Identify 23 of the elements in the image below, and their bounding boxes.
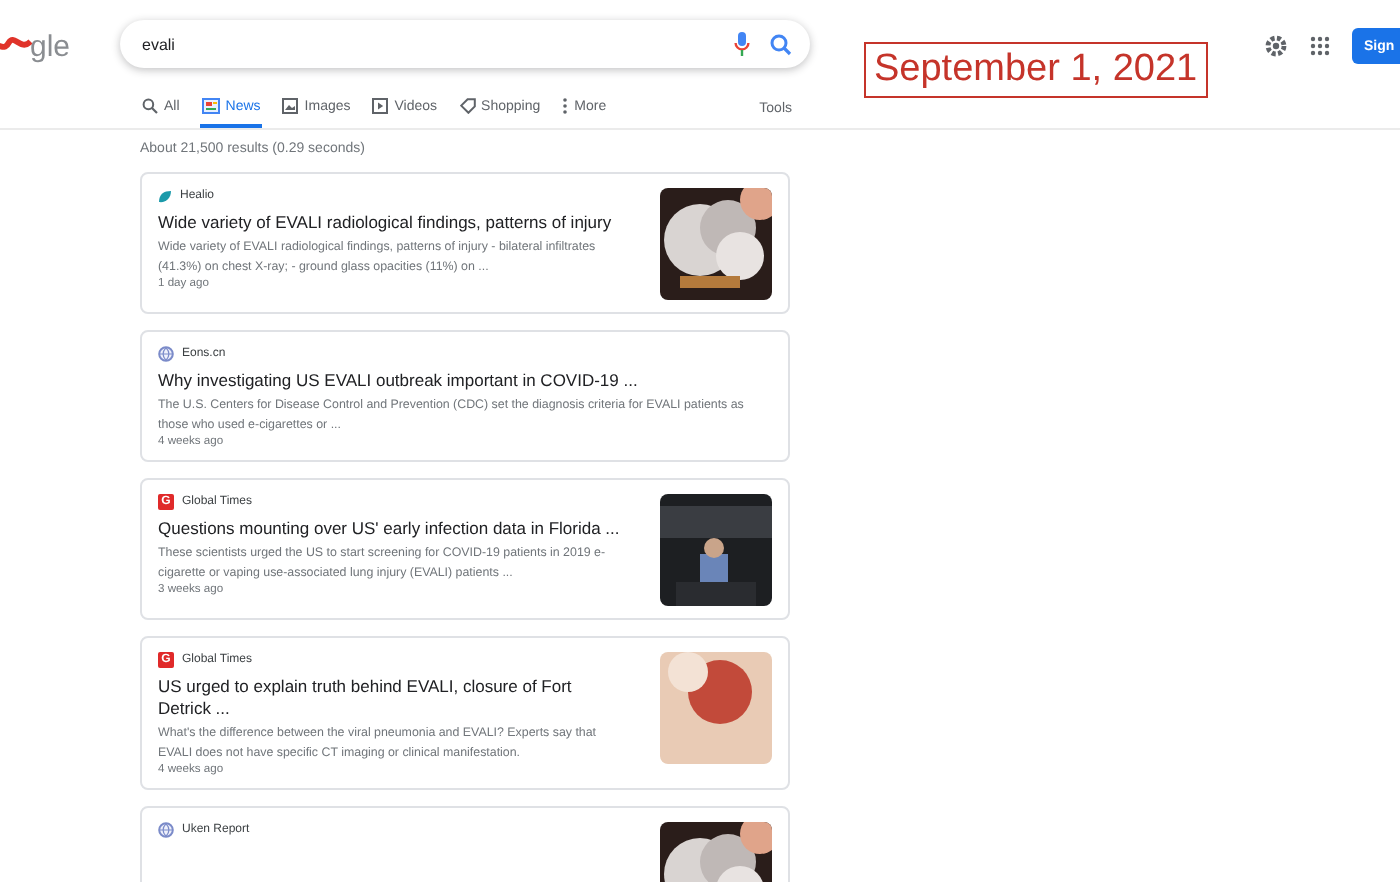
headline[interactable]: Why investigating US EVALI outbreak important in COVID-19 ... [158,370,772,392]
headline[interactable]: Wide variety of EVALI radiological findings, patterns of injury [158,212,620,234]
globe-icon [158,346,174,362]
image-icon [282,98,299,114]
tag-icon [459,98,476,114]
search-icon[interactable] [770,33,792,55]
play-icon [372,98,389,114]
source-icon [158,189,172,203]
headline[interactable]: US urged to explain truth behind EVALI, closure of Fort Detrick ... [158,676,620,720]
apps-grid-icon[interactable] [1310,36,1330,56]
headline[interactable]: Questions mounting over US' early infection data in Florida ... [158,518,620,540]
logo[interactable]: gle [30,29,71,63]
globe-icon [158,822,174,838]
news-card[interactable] [140,478,790,620]
search-icon [142,98,158,114]
date-stamp: September 1, 2021 [864,41,1208,97]
news-card[interactable] [140,172,790,314]
more-icon [562,98,569,114]
settings-icon[interactable] [1264,34,1288,58]
newspaper-icon [201,98,220,114]
microphone-icon[interactable] [734,32,750,56]
search-query: evali [142,35,175,53]
search-field[interactable]: evali [120,20,810,68]
